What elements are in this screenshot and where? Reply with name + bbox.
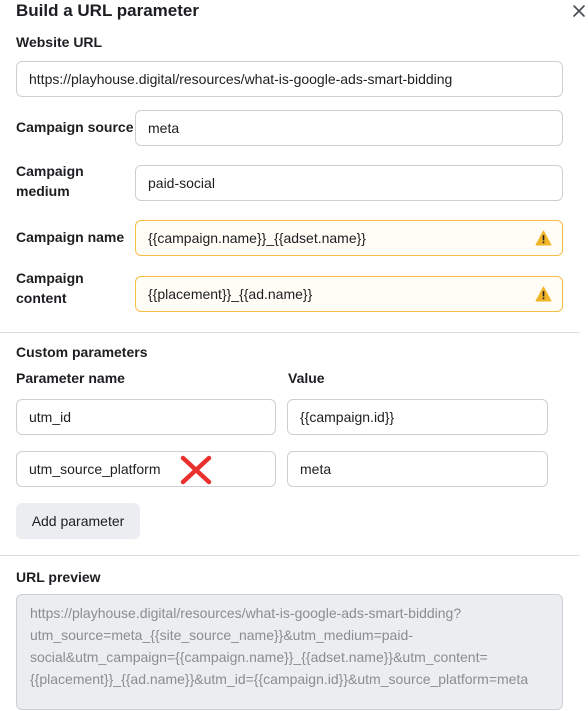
- parameter-value-input[interactable]: meta: [287, 451, 548, 487]
- campaign-content-value: {{placement}}_{{ad.name}}: [148, 286, 313, 302]
- campaign-source-value: meta: [148, 120, 180, 136]
- campaign-source-label: Campaign source: [16, 119, 134, 135]
- url-preview-line: https://playhouse.digital/resources/what…: [30, 605, 462, 621]
- campaign-name-label: Campaign name: [16, 229, 125, 245]
- website-url-label: Website URL: [16, 34, 103, 50]
- campaign-medium-label: Campaign medium: [16, 161, 84, 201]
- close-icon[interactable]: [570, 2, 588, 20]
- section-divider: [0, 332, 580, 333]
- url-preview-box: https://playhouse.digital/resources/what…: [16, 594, 563, 710]
- url-parameter-dialog: Build a URL parameter Website URL https:…: [0, 0, 585, 711]
- dialog-title: Build a URL parameter: [16, 1, 199, 20]
- parameter-name-input[interactable]: utm_source_platform: [16, 451, 276, 487]
- parameter-value-input[interactable]: {{campaign.id}}: [287, 399, 548, 435]
- parameter-value-value: meta: [300, 461, 332, 477]
- website-url-value: https://playhouse.digital/resources/what…: [29, 71, 453, 87]
- campaign-content-label-line1: Campaign: [16, 270, 84, 286]
- url-preview-line: utm_source=meta_{{site_source_name}}&utm…: [30, 627, 413, 643]
- campaign-source-input[interactable]: meta: [135, 110, 563, 146]
- warning-icon: [535, 230, 552, 246]
- section-divider: [0, 555, 580, 556]
- add-parameter-button[interactable]: Add parameter: [16, 503, 140, 539]
- parameter-name-column-header: Parameter name: [16, 370, 125, 386]
- warning-icon: [535, 286, 552, 302]
- campaign-content-label: Campaign content: [16, 268, 84, 308]
- url-preview-line: social&utm_campaign={{campaign.name}}_{{…: [30, 649, 488, 665]
- campaign-content-input[interactable]: {{placement}}_{{ad.name}}: [135, 276, 563, 312]
- campaign-name-value: {{campaign.name}}_{{adset.name}}: [148, 230, 366, 246]
- website-url-input[interactable]: https://playhouse.digital/resources/what…: [16, 61, 563, 97]
- url-preview-label: URL preview: [16, 569, 101, 585]
- red-x-mark-icon: [180, 455, 212, 485]
- url-preview-line: {{placement}}_{{ad.name}}&utm_id={{campa…: [30, 671, 529, 687]
- parameter-name-value: utm_id: [29, 409, 72, 425]
- campaign-medium-label-line1: Campaign: [16, 163, 84, 179]
- parameter-value-value: {{campaign.id}}: [300, 409, 395, 425]
- campaign-medium-value: paid-social: [148, 175, 215, 191]
- campaign-name-input[interactable]: {{campaign.name}}_{{adset.name}}: [135, 220, 563, 256]
- custom-parameters-heading: Custom parameters: [16, 344, 148, 360]
- campaign-medium-label-line2: medium: [16, 183, 70, 199]
- parameter-name-value: utm_source_platform: [29, 461, 161, 477]
- campaign-content-label-line2: content: [16, 290, 67, 306]
- parameter-name-input[interactable]: utm_id: [16, 399, 276, 435]
- campaign-medium-input[interactable]: paid-social: [135, 165, 563, 201]
- value-column-header: Value: [288, 370, 325, 386]
